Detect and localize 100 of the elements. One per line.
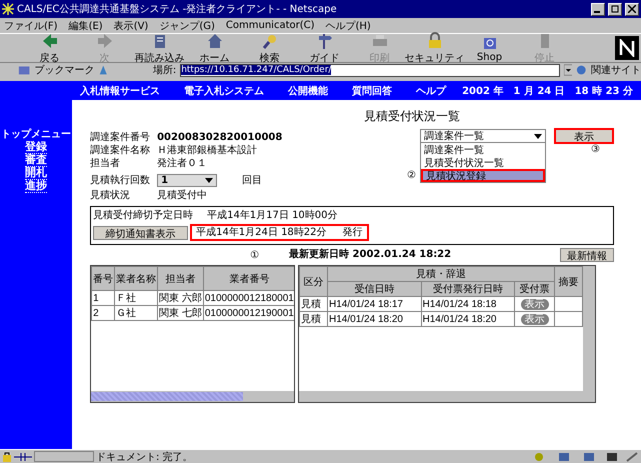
toolbar-button[interactable]: 戻る bbox=[22, 32, 77, 64]
issue-date: 平成14年1月24日 18時22分 bbox=[196, 226, 327, 238]
table-cell: Ｆ社 bbox=[114, 290, 158, 306]
field-label: 見積執行回数 bbox=[90, 174, 152, 186]
field-label: 調達案件番号 bbox=[90, 132, 152, 144]
round-select[interactable]: 1 bbox=[157, 174, 218, 187]
sidebar-link[interactable]: 登録 bbox=[25, 141, 48, 154]
toolbar-button[interactable]: 再読み込み bbox=[132, 32, 187, 64]
table-cell: 見積 bbox=[300, 296, 328, 312]
toolbar-button[interactable]: セキュリティ bbox=[407, 32, 462, 64]
column-header: 担当者 bbox=[158, 266, 204, 290]
column-group-header: 見積・辞退 bbox=[328, 266, 555, 282]
app-icon bbox=[2, 3, 14, 15]
field-label: 調達案件名称 bbox=[90, 145, 152, 157]
home-icon bbox=[206, 32, 224, 50]
nav-link[interactable]: 質問回答 bbox=[352, 84, 392, 98]
show-receipt-button[interactable]: 表示 bbox=[520, 314, 549, 325]
related-sites-button[interactable]: 関連サイト bbox=[591, 63, 641, 77]
horizontal-scrollbar[interactable] bbox=[299, 391, 584, 402]
menu-item[interactable]: 表示(V) bbox=[114, 18, 148, 32]
horizontal-scrollbar[interactable] bbox=[91, 391, 294, 402]
table-cell: Ｇ社 bbox=[114, 306, 158, 320]
field-value: 002008302820010008 bbox=[157, 132, 284, 144]
menu-item[interactable]: 編集(E) bbox=[68, 18, 103, 32]
table-cell: 関東 七郎 bbox=[158, 306, 204, 320]
help-link[interactable]: ヘルプ bbox=[416, 84, 446, 98]
table-cell: 1 bbox=[92, 290, 115, 306]
notice-button[interactable]: 締切通知書表示 bbox=[93, 226, 188, 240]
lock-icon bbox=[2, 451, 12, 462]
window-title: CALS/EC公共調達共通基盤システム -発注者クライアント- - Netscape bbox=[17, 2, 338, 16]
dropdown-option[interactable]: 見積状況登録 bbox=[421, 169, 545, 182]
plug-icon bbox=[14, 452, 32, 460]
dropdown-arrow-icon[interactable] bbox=[564, 64, 572, 76]
field-label: 担当者 bbox=[90, 158, 122, 170]
column-header: 受付票発行日時 bbox=[421, 282, 515, 296]
issue-state: 発行 bbox=[342, 226, 363, 238]
restore-button[interactable] bbox=[608, 2, 622, 16]
table-cell: H14/01/24 18:17 bbox=[328, 296, 422, 312]
table-cell: 関東 六郎 bbox=[158, 290, 204, 306]
page-title: 見積受付状況一覧 bbox=[363, 108, 462, 125]
dropdown-arrow-icon bbox=[205, 178, 214, 183]
field-label: 見積状況 bbox=[90, 190, 132, 202]
column-header: 摘要 bbox=[554, 266, 583, 296]
marker-number: ① bbox=[250, 250, 260, 260]
column-header: 区分 bbox=[300, 266, 328, 296]
toolbar-button[interactable]: Shop bbox=[462, 33, 517, 63]
marker-number: ③ bbox=[591, 144, 600, 155]
field-value: Ｈ港東部銀橋基本設計 bbox=[157, 145, 258, 157]
field-value: 見積受付中 bbox=[157, 190, 208, 202]
progress-panel bbox=[34, 451, 94, 462]
show-receipt-button[interactable]: 表示 bbox=[520, 299, 549, 310]
menu-item[interactable]: ヘルプ(H) bbox=[326, 18, 371, 32]
field-value: 発注者０１ bbox=[157, 158, 208, 170]
menu-item[interactable]: ジャンプ(G) bbox=[159, 18, 215, 32]
dropdown-arrow-icon bbox=[534, 134, 542, 138]
column-header: 業者名称 bbox=[114, 266, 158, 290]
menu-item[interactable]: Communicator(C) bbox=[226, 20, 315, 31]
sidebar-link[interactable]: 審査 bbox=[25, 154, 48, 167]
show-button[interactable]: 表示 bbox=[554, 128, 614, 144]
table-cell: H14/01/24 18:20 bbox=[328, 312, 422, 326]
status-text: ドキュメント: 完了。 bbox=[96, 450, 194, 463]
page-link-icon bbox=[98, 64, 109, 76]
close-button[interactable] bbox=[625, 2, 639, 16]
bookmarks-button[interactable]: ブックマーク bbox=[34, 63, 94, 77]
column-header: 番号 bbox=[92, 266, 115, 290]
globe-icon bbox=[576, 64, 587, 76]
table-cell: H14/01/24 18:20 bbox=[421, 312, 515, 326]
nav-link[interactable]: 公開機能 bbox=[288, 84, 328, 98]
nav-link[interactable]: 電子入札システム bbox=[184, 84, 264, 98]
toolbar-button[interactable]: ホーム bbox=[187, 32, 242, 64]
close-icon bbox=[628, 5, 636, 13]
top-menu-link[interactable]: トップメニュー bbox=[1, 127, 72, 141]
sidebar-link[interactable]: 開札 bbox=[25, 167, 48, 180]
column-header: 業者番号 bbox=[203, 266, 294, 290]
netscape-logo bbox=[615, 36, 639, 60]
url-field[interactable]: https://10.16.71.247/CALS/Order/ bbox=[180, 64, 560, 76]
column-header: 受付票 bbox=[514, 282, 555, 296]
table-cell: 見積 bbox=[300, 312, 328, 326]
nav-link[interactable]: 入札情報サービス bbox=[80, 84, 160, 98]
refresh-button[interactable]: 最新情報 bbox=[560, 248, 614, 262]
menu-select[interactable]: 調達案件一覧 bbox=[420, 129, 546, 143]
sidebar-link[interactable]: 進捗 bbox=[25, 180, 48, 193]
field-value: 平成14年1月17日 10時00分 bbox=[207, 210, 338, 222]
menu-item[interactable]: ファイル(F) bbox=[4, 18, 58, 32]
toolbar-button[interactable]: ガイド bbox=[297, 32, 352, 64]
column-header: 受信日時 bbox=[328, 282, 422, 296]
updated-time: 最新更新日時 2002.01.24 18:22 bbox=[289, 249, 452, 261]
back-arrow-icon bbox=[40, 32, 58, 50]
round-suffix: 回目 bbox=[242, 174, 262, 186]
date-time: 2002 年 1 月 24 日 18 時 23 分 bbox=[462, 84, 633, 98]
marker-number: ② bbox=[407, 170, 416, 181]
field-label: 見積受付締切予定日時 bbox=[93, 210, 194, 222]
vertical-scrollbar[interactable] bbox=[583, 266, 596, 402]
bookmark-icon bbox=[18, 64, 30, 76]
location-label: 場所: bbox=[152, 64, 176, 77]
toolbar-button[interactable]: 検索 bbox=[242, 32, 297, 64]
minimize-button[interactable] bbox=[591, 2, 605, 16]
table-cell: 2 bbox=[92, 306, 115, 320]
restore-icon bbox=[611, 5, 619, 13]
forward-arrow-icon bbox=[96, 32, 114, 50]
